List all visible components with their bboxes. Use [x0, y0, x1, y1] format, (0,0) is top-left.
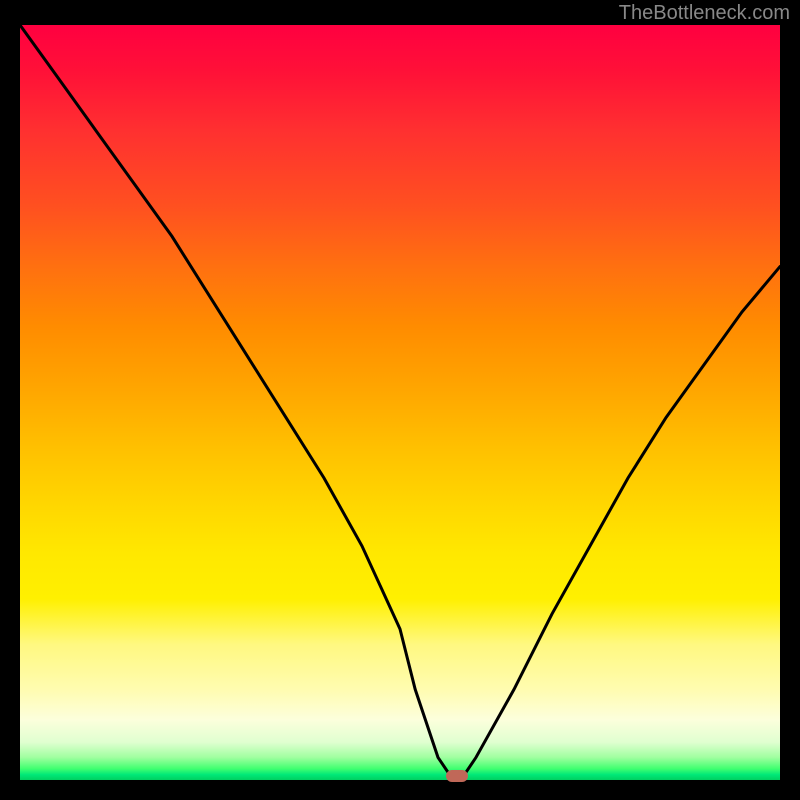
- bottleneck-curve-svg: [20, 25, 780, 780]
- bottleneck-curve-path: [20, 25, 780, 780]
- watermark-text: TheBottleneck.com: [619, 2, 790, 25]
- optimal-marker: [446, 770, 468, 782]
- chart-container: TheBottleneck.com: [0, 0, 800, 800]
- plot-area: [20, 25, 780, 780]
